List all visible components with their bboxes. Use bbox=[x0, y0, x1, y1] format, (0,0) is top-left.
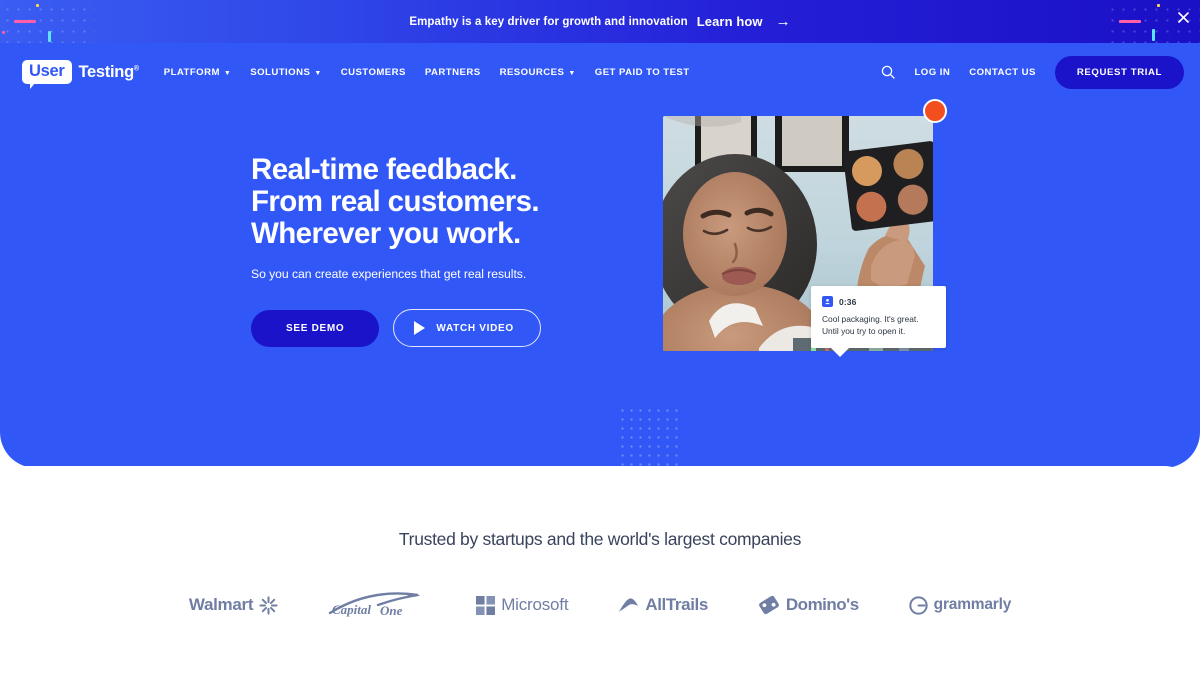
client-logo-dominos: Domino's bbox=[758, 594, 859, 616]
banner-content: Empathy is a key driver for growth and i… bbox=[409, 14, 790, 29]
search-icon bbox=[882, 65, 896, 79]
nav-item-label: SOLUTIONS bbox=[250, 66, 311, 78]
nav-item-platform[interactable]: PLATFORM ▼ bbox=[164, 67, 232, 78]
client-logo-capitalone: Capital One bbox=[328, 592, 426, 618]
nav-item-partners[interactable]: PARTNERS bbox=[425, 67, 481, 78]
announcement-banner: Empathy is a key driver for growth and i… bbox=[0, 0, 1200, 43]
chevron-down-icon: ▼ bbox=[314, 69, 322, 77]
banner-learn-how-link[interactable]: Learn how bbox=[697, 14, 763, 29]
search-button[interactable] bbox=[881, 65, 896, 79]
hero-section: User Testing® PLATFORM ▼ SOLUTIONS ▼ CUS… bbox=[0, 43, 1200, 468]
client-name: Microsoft bbox=[501, 595, 569, 614]
arrow-right-icon: → bbox=[775, 13, 791, 30]
caption-header: 0:36 bbox=[822, 296, 935, 307]
hero-copy: Real-time feedback. From real customers.… bbox=[251, 153, 611, 351]
client-name: Domino's bbox=[785, 595, 859, 614]
trusted-by-title: Trusted by startups and the world's larg… bbox=[398, 529, 802, 549]
client-logo-grammarly: grammarly bbox=[909, 595, 1012, 615]
grammarly-g-icon bbox=[909, 595, 928, 615]
logo-word-text: Testing® bbox=[78, 62, 140, 81]
client-logo-alltrails: AllTrails bbox=[618, 595, 708, 615]
chevron-down-icon: ▼ bbox=[223, 69, 232, 77]
nav-contact-us-link[interactable]: CONTACT US bbox=[969, 67, 1036, 78]
client-logo-microsoft: Microsoft bbox=[476, 595, 569, 615]
svg-text:One: One bbox=[380, 603, 403, 618]
client-logo-row: Walmart Capital One Microsoft AllTrails … bbox=[0, 592, 1200, 618]
participant-glyph-icon bbox=[824, 298, 831, 305]
walmart-spark-icon bbox=[259, 595, 278, 615]
nav-item-get-paid-to-test[interactable]: GET PAID TO TEST bbox=[595, 67, 690, 78]
nav-item-customers[interactable]: CUSTOMERS bbox=[341, 67, 406, 78]
dominos-tile-icon bbox=[759, 595, 779, 615]
record-dot-icon bbox=[923, 99, 947, 123]
headline-line-3: Wherever you work. bbox=[251, 217, 521, 251]
hero-subheadline: So you can create experiences that get r… bbox=[251, 267, 527, 282]
alltrails-mountain-icon bbox=[619, 597, 639, 612]
decorative-dot-pattern-hero bbox=[618, 406, 678, 468]
capitalone-swoosh-icon: Capital One bbox=[329, 592, 421, 618]
headline-line-1: Real-time feedback. bbox=[251, 153, 517, 186]
client-name: Walmart bbox=[188, 595, 254, 614]
nav-item-solutions[interactable]: SOLUTIONS ▼ bbox=[250, 67, 321, 78]
nav-item-label: PARTNERS bbox=[424, 66, 481, 78]
close-icon bbox=[1177, 11, 1189, 23]
trusted-by-section: Trusted by startups and the world's larg… bbox=[0, 466, 1200, 618]
logo-badge-text: User bbox=[22, 60, 72, 89]
svg-text:Capital: Capital bbox=[332, 602, 371, 617]
caption-timestamp: 0:36 bbox=[839, 296, 857, 307]
nav-item-label: PLATFORM bbox=[163, 66, 220, 78]
client-name: AllTrails bbox=[645, 595, 708, 614]
caption-text: Cool packaging. It's great. Until you tr… bbox=[822, 313, 935, 337]
nav-log-in-link[interactable]: LOG IN bbox=[914, 67, 950, 78]
chevron-down-icon: ▼ bbox=[568, 69, 576, 77]
nav-right-actions: LOG IN CONTACT US REQUEST TRIAL bbox=[881, 55, 1184, 89]
nav-item-resources[interactable]: RESOURCES ▼ bbox=[500, 67, 576, 78]
usertesting-logo[interactable]: User Testing® bbox=[22, 60, 140, 89]
caption-line-2: Until you try to open it. bbox=[822, 326, 906, 337]
hero-cta-row: SEE DEMO WATCH VIDEO bbox=[251, 309, 611, 348]
nav-item-label: RESOURCES bbox=[499, 66, 565, 78]
request-trial-button[interactable]: REQUEST TRIAL bbox=[1054, 55, 1184, 89]
nav-links: PLATFORM ▼ SOLUTIONS ▼ CUSTOMERS PARTNER… bbox=[164, 67, 690, 78]
play-icon bbox=[414, 321, 426, 336]
client-name: grammarly bbox=[933, 596, 1012, 613]
microsoft-squares-icon bbox=[476, 595, 496, 615]
landing-page: Empathy is a key driver for growth and i… bbox=[0, 0, 1200, 675]
hero-video-area: 0:36 Cool packaging. It's great. Until y… bbox=[618, 99, 947, 468]
video-caption-card: 0:36 Cool packaging. It's great. Until y… bbox=[811, 286, 946, 358]
hero-content: Real-time feedback. From real customers.… bbox=[0, 99, 1200, 468]
nav-item-label: GET PAID TO TEST bbox=[594, 66, 690, 78]
logo-trademark-icon: ® bbox=[133, 65, 139, 72]
participant-icon bbox=[822, 296, 833, 307]
watch-video-button[interactable]: WATCH VIDEO bbox=[393, 309, 541, 348]
banner-close-button[interactable] bbox=[1175, 9, 1191, 25]
nav-item-label: CUSTOMERS bbox=[340, 66, 406, 78]
banner-message: Empathy is a key driver for growth and i… bbox=[409, 15, 688, 28]
watch-video-label: WATCH VIDEO bbox=[436, 322, 514, 334]
client-logo-walmart: Walmart bbox=[189, 595, 278, 615]
decorative-dot-pattern-left bbox=[0, 0, 95, 43]
see-demo-button[interactable]: SEE DEMO bbox=[251, 309, 380, 347]
hero-headline: Real-time feedback. From real customers.… bbox=[251, 153, 611, 251]
caption-line-1: Cool packaging. It's great. bbox=[822, 314, 919, 324]
headline-line-2: From real customers. bbox=[251, 185, 540, 219]
main-navigation: User Testing® PLATFORM ▼ SOLUTIONS ▼ CUS… bbox=[0, 43, 1200, 101]
